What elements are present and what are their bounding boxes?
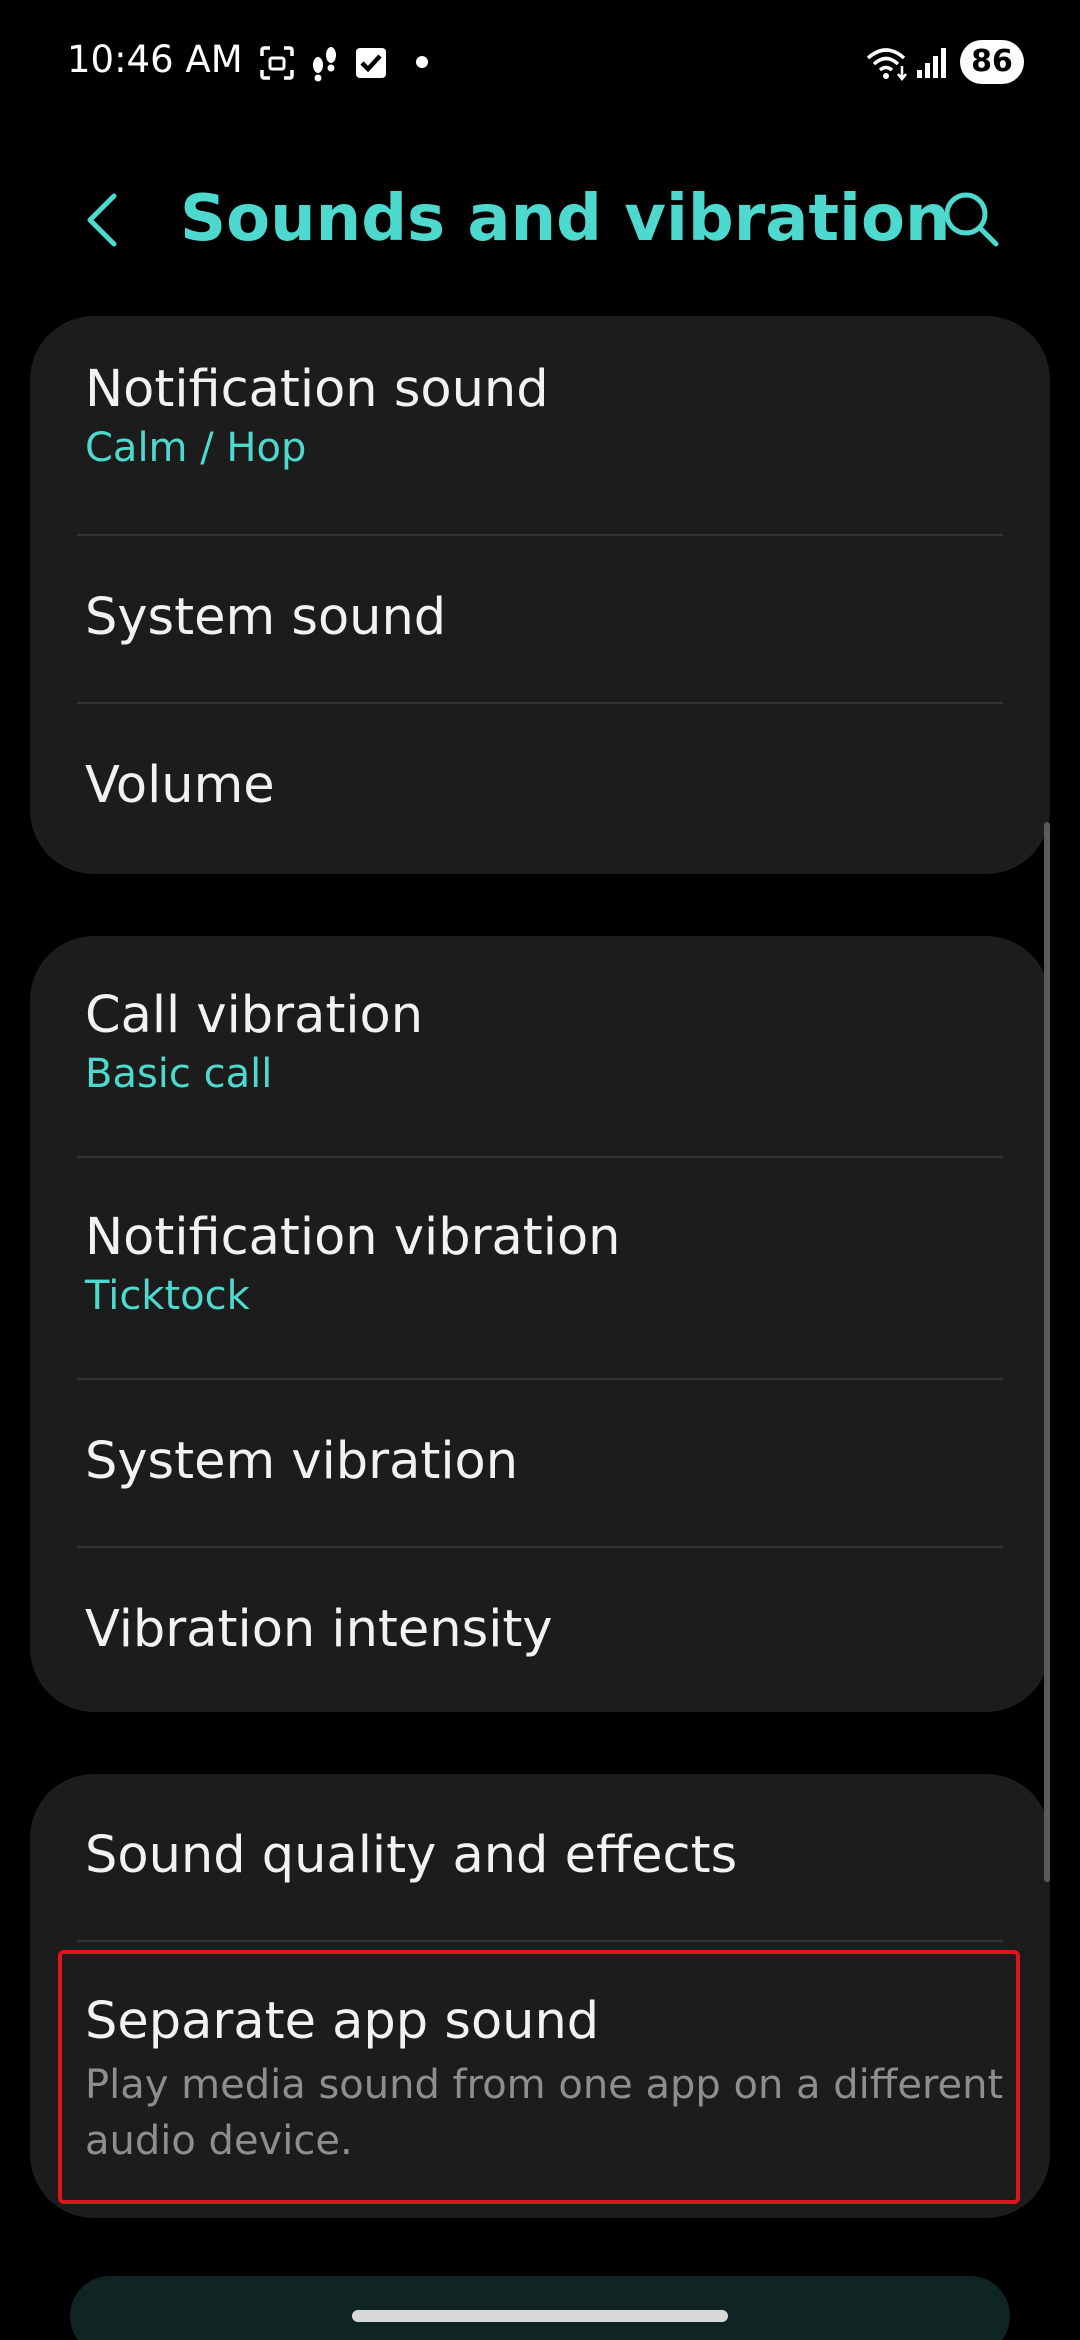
page-title: Sounds and vibration xyxy=(180,182,951,256)
item-subtitle: Calm / Hop xyxy=(85,425,307,471)
list-item-system-sound[interactable]: System sound xyxy=(30,536,1050,704)
list-item-notification-vibration[interactable]: Notification vibration Ticktock xyxy=(30,1158,1050,1380)
scrollbar[interactable] xyxy=(1044,822,1050,1882)
wifi-icon xyxy=(866,48,907,82)
battery-level: 86 xyxy=(971,44,1013,79)
list-item-notification-sound[interactable]: Notification sound Calm / Hop xyxy=(30,316,1050,536)
status-bar: 10:46 AM 86 xyxy=(0,0,1080,128)
item-subtitle: Basic call xyxy=(85,1051,273,1097)
screen-capture-icon xyxy=(260,46,294,80)
item-title: Notification sound xyxy=(85,360,549,419)
item-title: Call vibration xyxy=(85,986,424,1045)
footprints-icon xyxy=(313,47,336,82)
list-item-sound-quality[interactable]: Sound quality and effects xyxy=(30,1774,1050,1942)
item-title: Vibration intensity xyxy=(85,1600,553,1659)
checkbox-icon xyxy=(356,48,386,78)
list-item-call-vibration[interactable]: Call vibration Basic call xyxy=(30,936,1050,1158)
battery-icon: 86 xyxy=(960,40,1024,84)
settings-group-sound: Notification sound Calm / Hop System sou… xyxy=(30,316,1050,874)
app-bar: Sounds and vibration xyxy=(0,170,1080,270)
next-group-peek xyxy=(70,2276,1010,2340)
signal-icon xyxy=(917,48,946,78)
item-subtitle: Ticktock xyxy=(85,1273,250,1319)
item-title: System sound xyxy=(85,588,447,647)
list-item-system-vibration[interactable]: System vibration xyxy=(30,1380,1050,1548)
home-indicator[interactable] xyxy=(352,2310,728,2322)
item-title: Volume xyxy=(85,756,275,815)
list-item-vibration-intensity[interactable]: Vibration intensity xyxy=(30,1548,1050,1712)
item-title: System vibration xyxy=(85,1432,519,1491)
item-title: Sound quality and effects xyxy=(85,1826,738,1885)
notification-dot-icon xyxy=(416,56,428,68)
settings-group-vibration: Call vibration Basic call Notification v… xyxy=(30,936,1050,1712)
item-title: Notification vibration xyxy=(85,1208,621,1267)
list-item-volume[interactable]: Volume xyxy=(30,704,1050,874)
search-icon[interactable] xyxy=(940,188,1002,250)
chevron-left-icon[interactable] xyxy=(78,190,128,250)
highlight-box xyxy=(58,1950,1020,2204)
status-time: 10:46 AM xyxy=(67,38,243,81)
settings-screen: 10:46 AM 86 Sounds and vibration Notific… xyxy=(0,0,1080,2340)
